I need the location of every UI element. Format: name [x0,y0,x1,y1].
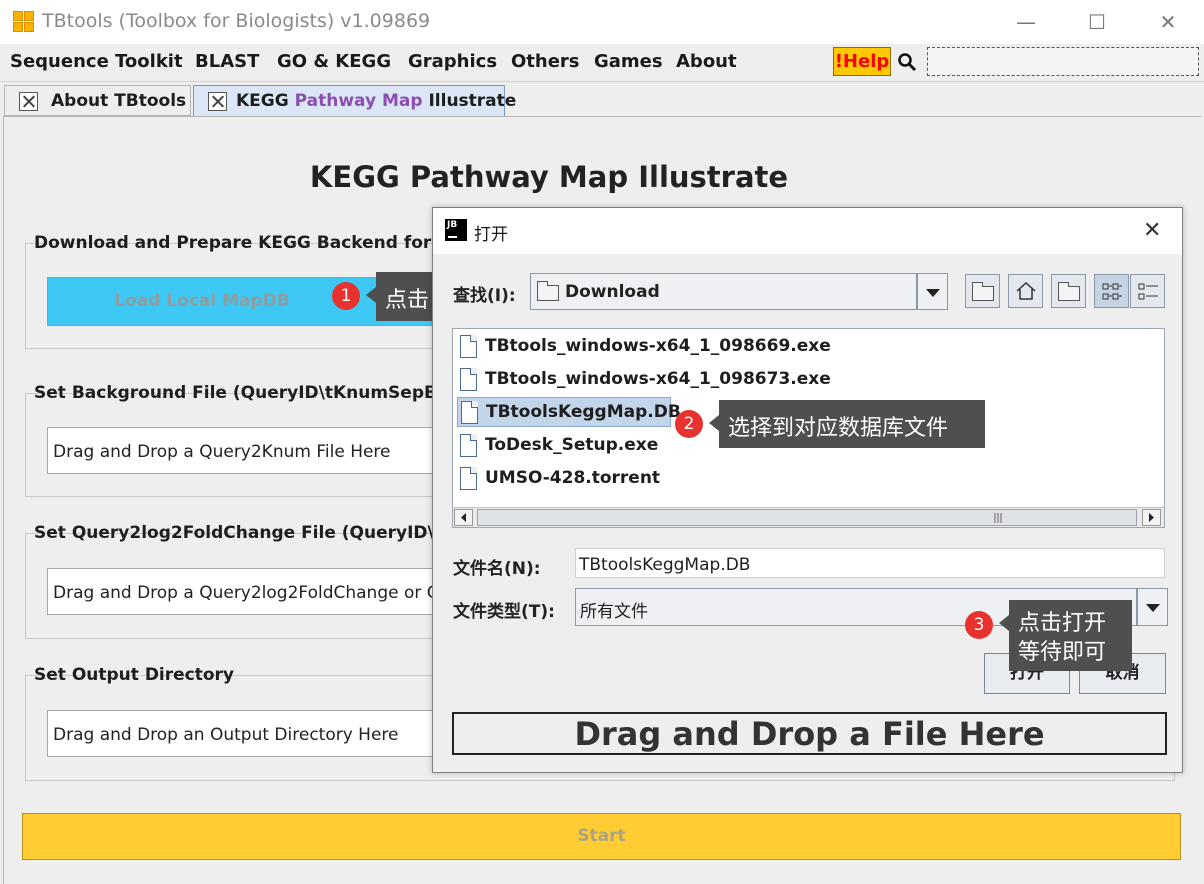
home-button[interactable] [1008,274,1043,308]
step-badge-3: 3 [965,611,993,639]
folder-up-icon [972,282,994,301]
filename-label: 文件名(N): [453,559,541,579]
tab-label: KEGG Pathway Map Illustrate [236,91,517,111]
jb-logo-icon: JB [445,219,467,241]
filetype-value: 所有文件 [580,602,648,622]
file-item[interactable]: TBtools_windows-x64_1_098669.exe [457,332,857,362]
file-item-selected[interactable]: TBtoolsKeggMap.DB [457,397,681,427]
look-in-value: Download [565,282,660,302]
maximize-button[interactable]: ☐ [1077,8,1117,36]
callout-3-line-2: 等待即可 [1018,640,1107,665]
help-button[interactable]: !Help [833,47,891,76]
menu-sequence-toolkit[interactable]: Sequence Toolkit [10,51,183,72]
file-item[interactable]: UMSO-428.torrent [457,464,857,494]
file-icon [460,368,477,391]
menu-go-kegg[interactable]: GO & KEGG [277,51,391,72]
callout-2: 选择到对应数据库文件 [709,400,985,448]
scroll-right-arrow-icon[interactable] [1142,509,1161,526]
list-view-icon [1102,283,1122,300]
list-view-button[interactable] [1094,274,1129,308]
menu-others[interactable]: Others [511,51,580,72]
menu-about[interactable]: About [676,51,737,72]
step-badge-2: 2 [675,410,703,438]
file-icon [460,467,477,490]
app-window: TBtools (Toolbox for Biologists) v1.0986… [0,0,1204,884]
look-in-combo[interactable]: Download [530,273,948,310]
title-bar: TBtools (Toolbox for Biologists) v1.0986… [0,0,1204,44]
new-folder-button[interactable] [1051,274,1086,308]
tab-label: About TBtools [51,91,187,111]
minimize-button[interactable]: — [1006,8,1046,36]
file-dropzone[interactable]: Drag and Drop a File Here [452,712,1167,755]
tbtools-logo-icon [13,11,35,33]
horizontal-scrollbar[interactable] [453,507,1164,527]
background-file-dropzone[interactable]: Drag and Drop a Query2Knum File Here [47,427,447,474]
scrollbar-thumb[interactable] [477,509,1137,526]
folder-icon [537,281,559,301]
dialog-close-icon[interactable]: ✕ [1143,218,1161,243]
callout-3-line-1: 点击打开 [1018,611,1107,636]
chevron-down-icon[interactable] [917,273,948,310]
tab-close-icon[interactable] [19,92,38,111]
file-icon [461,401,478,424]
start-button[interactable]: Start [22,813,1181,860]
filetype-label: 文件类型(T): [453,602,555,622]
foldchange-file-dropzone[interactable]: Drag and Drop a Query2log2FoldChange or … [47,568,447,615]
new-folder-icon [1058,282,1080,301]
filename-input[interactable]: TBtoolsKeggMap.DB [575,548,1165,578]
callout-3: 点击打开 等待即可 [999,600,1132,671]
file-icon [460,335,477,358]
tab-close-icon[interactable] [208,92,227,111]
home-icon [1016,281,1036,300]
scroll-left-arrow-icon[interactable] [454,509,473,526]
menu-games[interactable]: Games [594,51,663,72]
menu-blast[interactable]: BLAST [195,51,259,72]
details-view-icon [1138,283,1158,300]
section-title: Set Output Directory [34,665,235,685]
menu-graphics[interactable]: Graphics [408,51,497,72]
close-window-button[interactable]: ✕ [1148,8,1188,36]
open-file-dialog: JB 打开 ✕ 查找(I): Download TBtools_windows-… [432,207,1183,773]
window-title: TBtools (Toolbox for Biologists) v1.0986… [42,10,431,32]
search-icon[interactable] [897,52,917,72]
page-title: KEGG Pathway Map Illustrate [309,160,789,194]
details-view-button[interactable] [1130,274,1165,308]
up-one-level-button[interactable] [965,274,1000,308]
dialog-title: 打开 [474,225,508,245]
output-directory-dropzone[interactable]: Drag and Drop an Output Directory Here [47,710,447,757]
file-icon [460,434,477,457]
look-in-label: 查找(I): [453,286,516,306]
search-input[interactable] [927,47,1199,76]
tab-kegg-pathway-map[interactable]: KEGG Pathway Map Illustrate [193,85,516,117]
chevron-down-icon[interactable] [1137,588,1168,626]
file-item[interactable]: TBtools_windows-x64_1_098673.exe [457,365,857,395]
dialog-title-bar: JB 打开 ✕ [433,208,1182,254]
tab-about-tbtools[interactable]: About TBtools [4,85,191,116]
step-badge-1: 1 [332,282,360,310]
